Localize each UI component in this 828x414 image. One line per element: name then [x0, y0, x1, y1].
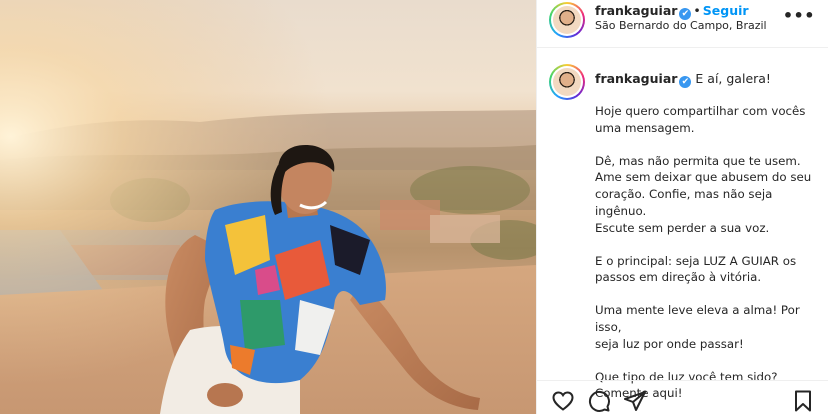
post-photo-illustration	[0, 0, 536, 414]
caption-comment: frankaguiar ✔ E aí, galera! Hoje quero com…	[537, 62, 828, 400]
avatar-image	[553, 68, 581, 96]
verified-badge-icon: ✔	[679, 76, 692, 88]
bookmark-icon[interactable]	[791, 389, 815, 413]
avatar-frame	[551, 66, 583, 98]
avatar-frame	[551, 4, 583, 36]
caption-header: frankaguiar ✔ E aí, galera!	[595, 71, 771, 88]
caption-author-avatar[interactable]	[549, 64, 585, 100]
post-header: frankaguiar ✔ • Seguir São Bernardo do Camp…	[537, 0, 828, 48]
caption-paragraph: E o principal: seja LUZ A GUIAR os passo…	[595, 253, 797, 285]
follow-button[interactable]: Seguir	[703, 3, 749, 18]
heart-icon[interactable]	[551, 389, 575, 413]
avatar-image	[553, 6, 581, 34]
caption-first-line: E aí, galera!	[695, 71, 771, 86]
post-actions-bar	[537, 380, 828, 414]
author-username[interactable]: frankaguiar	[595, 3, 677, 18]
comment-icon[interactable]	[587, 389, 611, 413]
more-options-icon[interactable]: •••	[783, 6, 815, 25]
instagram-post: frankaguiar ✔ • Seguir São Bernardo do Camp…	[0, 0, 828, 414]
author-avatar[interactable]	[549, 2, 585, 38]
paper-plane-icon[interactable]	[623, 389, 647, 413]
post-photo[interactable]	[0, 0, 536, 414]
caption-paragraph: Hoje quero compartilhar com vocês uma me…	[595, 104, 806, 135]
caption-username[interactable]: frankaguiar	[595, 71, 677, 86]
caption-paragraph: Dê, mas não permita que te usem. Ame sem…	[595, 153, 812, 235]
author-line: frankaguiar ✔ • Seguir	[595, 3, 749, 20]
post-side-panel: frankaguiar ✔ • Seguir São Bernardo do Camp…	[536, 0, 828, 414]
post-location[interactable]: São Bernardo do Campo, Brazil	[595, 19, 767, 32]
caption-paragraph: Uma mente leve eleva a alma! Por isso, s…	[595, 303, 800, 351]
caption-body: Hoje quero compartilhar com vocês uma me…	[595, 103, 825, 414]
separator-dot: •	[693, 3, 701, 18]
